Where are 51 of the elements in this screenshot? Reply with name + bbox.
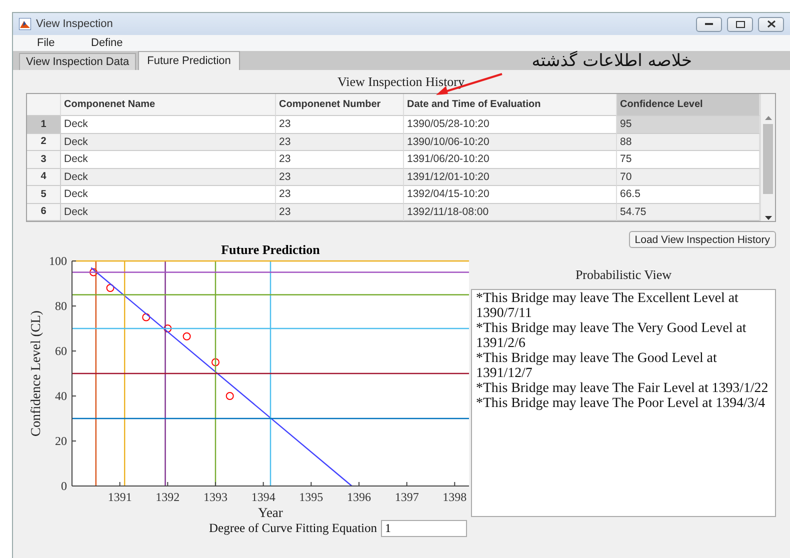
prediction-line: *This Bridge may leave The Good Level at 1391/12/7	[476, 351, 718, 381]
prediction-line: *This Bridge may leave The Excellent Level at 1390/7/11	[476, 291, 740, 321]
y-axis-label: Confidence Level (CL)	[29, 310, 43, 436]
y-tick-label: 80	[55, 299, 67, 313]
table-cell: 23	[276, 116, 404, 134]
table-cell: 23	[276, 186, 404, 204]
table-cell: 1390/10/06-10:20	[404, 134, 617, 151]
y-tick-label: 20	[55, 434, 67, 448]
table-cell: Deck	[61, 204, 276, 221]
prediction-line: *This Bridge may leave The Fair Level at 1393/1/22	[476, 381, 769, 396]
x-tick-label: 1396	[347, 490, 371, 504]
table-cell: 95	[617, 116, 760, 134]
table-cell: 23	[276, 204, 404, 221]
table-cell: 54.75	[617, 204, 760, 221]
table-cell: 88	[617, 134, 760, 151]
table-cell: 66.5	[617, 186, 760, 204]
table-cell: 23	[276, 151, 404, 168]
table-cell: 75	[617, 151, 760, 168]
table-cell: 23	[276, 134, 404, 151]
x-tick-label: 1398	[442, 490, 467, 504]
chart-title: Future Prediction	[221, 242, 320, 257]
table-cell: 1392/04/15-10:20	[404, 186, 617, 204]
table-cell: Deck	[61, 134, 276, 151]
x-tick-label: 1393	[204, 490, 228, 504]
section-title: View Inspection History	[337, 74, 465, 90]
y-tick-label: 0	[61, 479, 67, 493]
x-tick-label: 1391	[108, 490, 132, 504]
x-tick-label: 1394	[251, 490, 276, 504]
table-cell: Deck	[61, 168, 276, 186]
table-cell: Deck	[61, 186, 276, 204]
table-cell: 1391/12/01-10:20	[404, 168, 617, 186]
x-tick-label: 1397	[394, 490, 419, 504]
x-tick-label: 1392	[156, 490, 180, 504]
table-cell: Deck	[61, 116, 276, 134]
y-tick-label: 40	[55, 389, 67, 403]
window-title: View Inspection	[36, 18, 114, 30]
prediction-line: *This Bridge may leave The Very Good Level at 1391/2/6	[476, 321, 748, 351]
x-tick-label: 1395	[299, 490, 324, 504]
x-axis-label: Year	[258, 505, 283, 520]
table-cell: 1391/06/20-10:20	[404, 151, 617, 168]
y-tick-label: 60	[55, 344, 67, 358]
table-cell: 1390/05/28-10:20	[404, 116, 617, 134]
field-label: Degree of Curve Fitting Equation	[209, 521, 378, 536]
prediction-line: *This Bridge may leave The Poor Level at 1394/3/4	[476, 396, 766, 411]
table-cell: Deck	[61, 151, 276, 168]
table-cell: 70	[617, 168, 760, 186]
table-cell: 1392/11/18-08:00	[404, 204, 617, 221]
annotation-text: خلاصه اطلاعات گذشته	[532, 50, 692, 70]
table-cell: 23	[276, 168, 404, 186]
y-tick-label: 100	[49, 254, 67, 268]
section-title: Probabilistic View	[575, 267, 672, 283]
